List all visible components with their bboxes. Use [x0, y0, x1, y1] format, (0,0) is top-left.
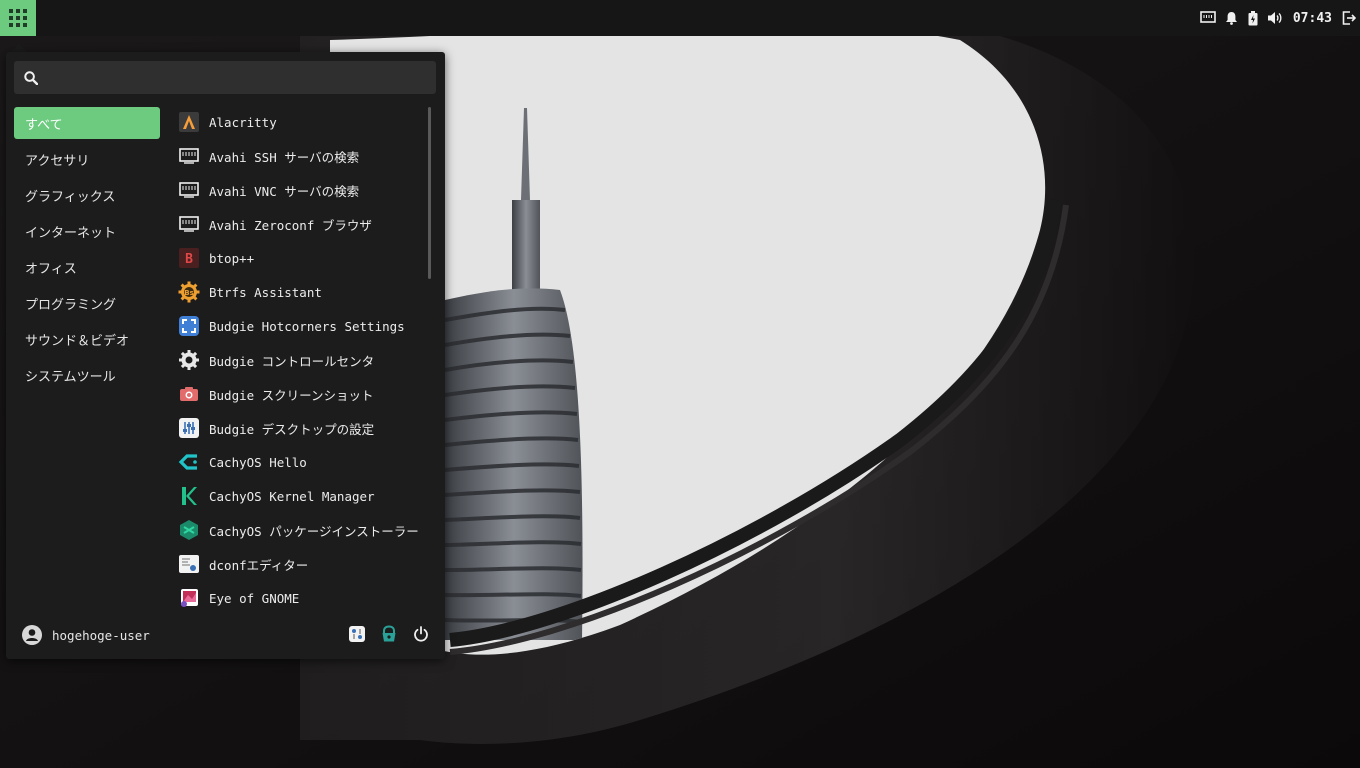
alacritty-icon	[179, 112, 199, 132]
battery-icon	[1248, 10, 1258, 25]
app-grid-icon	[9, 9, 27, 27]
category-item[interactable]: サウンド＆ビデオ	[14, 323, 160, 355]
category-list: すべてアクセサリグラフィックス インターネット オフィスプログラミング サウンド＆ビデ…	[14, 107, 160, 395]
app-label: Avahi Zeroconf ブラウザ	[209, 217, 372, 233]
logout-button[interactable]	[1338, 0, 1360, 36]
category-item[interactable]: アクセサリ	[14, 143, 160, 175]
app-menu-popover: すべてアクセサリグラフィックス インターネット オフィスプログラミング サウンド＆ビデ…	[6, 52, 445, 659]
app-label: Alacritty	[209, 114, 277, 130]
app-list-item[interactable]: CachyOS Kernel Manager	[172, 479, 428, 513]
svg-text:B: B	[185, 252, 193, 267]
app-list[interactable]: Alacritty Avahi SSH サーバの検索 Avahi VNC サーバの検…	[172, 105, 428, 615]
app-label: dconfエディター	[209, 557, 309, 573]
app-list-item[interactable]: Budgie Hotcorners Settings	[172, 309, 428, 343]
volume-button[interactable]	[1263, 0, 1287, 36]
image-viewer-icon	[181, 589, 198, 607]
app-list-item[interactable]: dconfエディター	[172, 547, 428, 581]
bell-icon	[1226, 12, 1238, 25]
settings-icon	[349, 626, 365, 642]
avatar-icon[interactable]	[22, 625, 42, 645]
app-label: Avahi SSH サーバの検索	[209, 149, 360, 165]
app-label: Budgie コントロールセンタ	[209, 353, 375, 369]
clock[interactable]: 07:43	[1287, 0, 1338, 36]
notifications-button[interactable]	[1221, 0, 1243, 36]
lock-icon	[382, 625, 396, 642]
user-name[interactable]: hogehoge-user	[52, 628, 150, 643]
desktop-settings-icon	[179, 418, 199, 438]
network-server-icon	[179, 148, 199, 164]
app-list-item[interactable]: Budgie コントロールセンタ	[172, 343, 428, 377]
battery-button[interactable]	[1243, 0, 1263, 36]
app-label: Budgie スクリーンショット	[209, 387, 374, 403]
app-label: CachyOS Hello	[209, 454, 307, 470]
top-panel: 07:43	[0, 0, 1360, 36]
app-list-item[interactable]: Avahi VNC サーバの検索	[172, 173, 428, 207]
network-icon	[1200, 11, 1216, 23]
app-list-item[interactable]: Avahi Zeroconf ブラウザ	[172, 207, 428, 241]
network-server-icon	[179, 216, 199, 232]
lock-button[interactable]	[379, 623, 399, 645]
dconf-editor-icon	[179, 555, 199, 573]
settings-button[interactable]	[347, 623, 367, 645]
app-list-item[interactable]: Bbtop++	[172, 241, 428, 275]
app-list-item[interactable]: Avahi SSH サーバの検索	[172, 139, 428, 173]
app-list-item[interactable]: CachyOS Hello	[172, 445, 428, 479]
app-list-item[interactable]: Eye of GNOME	[172, 581, 428, 615]
power-button[interactable]	[411, 623, 431, 645]
app-list-scrollbar[interactable]	[428, 107, 431, 279]
user-bar: hogehoge-user	[6, 617, 445, 653]
category-item[interactable]: グラフィックス	[14, 179, 160, 211]
btop-icon: B	[179, 248, 199, 268]
category-item[interactable]: インターネット	[14, 215, 160, 247]
search-icon	[24, 70, 38, 85]
category-item[interactable]: すべて	[14, 107, 160, 139]
system-tray: 07:43	[1195, 0, 1360, 36]
cachyos-hello-icon	[178, 454, 197, 470]
logout-icon	[1342, 11, 1356, 25]
power-icon	[414, 626, 428, 642]
app-list-item[interactable]: Budgie スクリーンショット	[172, 377, 428, 411]
app-list-item[interactable]: CachyOS パッケージインストーラー	[172, 513, 428, 547]
network-server-icon	[179, 182, 199, 198]
app-list-item[interactable]: Alacritty	[172, 105, 428, 139]
app-list-item[interactable]: Bs Btrfs Assistant	[172, 275, 428, 309]
btrfs-gear-icon: Bs	[178, 281, 200, 303]
app-label: Avahi VNC サーバの検索	[209, 183, 360, 199]
settings-gear-icon	[179, 350, 199, 370]
app-list-item[interactable]: Budgie デスクトップの設定	[172, 411, 428, 445]
network-button[interactable]	[1195, 0, 1221, 36]
app-menu-button[interactable]	[0, 0, 36, 36]
app-label: Btrfs Assistant	[209, 284, 322, 300]
search-box[interactable]	[14, 61, 436, 94]
svg-text:Bs: Bs	[184, 289, 194, 297]
category-item[interactable]: プログラミング	[14, 287, 160, 319]
volume-icon	[1267, 12, 1282, 24]
app-label: CachyOS パッケージインストーラー	[209, 523, 419, 539]
kernel-manager-icon	[182, 487, 197, 505]
user-actions	[347, 623, 431, 645]
app-label: btop++	[209, 250, 255, 266]
category-item[interactable]: オフィス	[14, 251, 160, 283]
popover-arrow	[11, 44, 27, 52]
package-installer-icon	[180, 520, 198, 540]
app-label: CachyOS Kernel Manager	[209, 488, 375, 504]
category-item[interactable]: システムツール	[14, 359, 160, 391]
app-label: Budgie Hotcorners Settings	[209, 318, 405, 334]
app-label: Eye of GNOME	[209, 590, 300, 606]
hotcorners-icon	[179, 316, 199, 336]
search-input[interactable]	[48, 61, 436, 94]
app-label: Budgie デスクトップの設定	[209, 421, 375, 437]
camera-icon	[180, 387, 198, 401]
